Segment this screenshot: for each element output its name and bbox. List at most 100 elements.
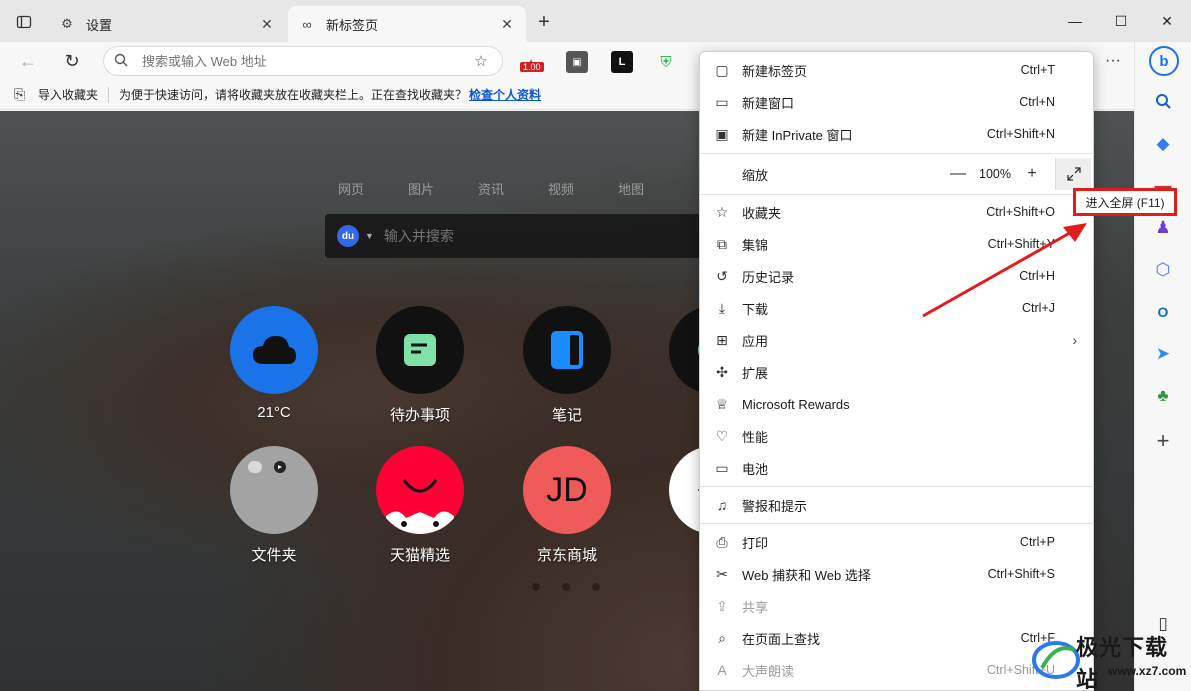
extension-shield-icon[interactable]: ⛨ xyxy=(655,51,677,73)
search-tab[interactable]: 资讯 xyxy=(478,179,504,198)
menu-label: 打印 xyxy=(742,535,769,551)
download-icon: ⤓ xyxy=(718,299,726,316)
search-category-tabs: 网页 图片 资讯 视频 地图 xyxy=(338,179,644,198)
menu-label: 新建 InPrivate 窗口 xyxy=(742,127,853,143)
watermark-text: 极光下载站 xyxy=(1076,636,1169,691)
tile-label: 待办事项 xyxy=(389,407,450,424)
battery-icon: ▭ xyxy=(715,459,729,476)
tile-todo[interactable]: 待办事项 xyxy=(370,306,470,425)
tile-label: 京东商城 xyxy=(536,547,597,564)
close-window-button[interactable]: ✕ xyxy=(1144,8,1190,34)
menu-item-new-tab[interactable]: ▢ 新建标签页 Ctrl+T xyxy=(700,54,1093,86)
games-icon[interactable]: ♟ xyxy=(1149,214,1177,242)
refresh-button[interactable]: ↻ xyxy=(58,47,86,75)
tree-icon[interactable]: ♣ xyxy=(1149,382,1177,410)
add-icon[interactable]: + xyxy=(1149,427,1177,455)
shopping-tag-icon[interactable]: ◆ xyxy=(1149,130,1177,158)
close-icon[interactable]: ✕ xyxy=(258,16,276,33)
favorites-icon: ☆ xyxy=(715,203,729,220)
search-tab[interactable]: 网页 xyxy=(338,179,364,198)
tile-label: 天猫精选 xyxy=(389,547,450,564)
tmall-icon xyxy=(376,446,464,534)
check-profile-link[interactable]: 检查个人资料 xyxy=(469,86,541,103)
tile-folder[interactable]: 文件夹 xyxy=(224,446,324,565)
maximize-button[interactable]: ☐ xyxy=(1098,8,1144,34)
menu-shortcut: Ctrl+Shift+O xyxy=(986,205,1055,219)
baidu-search-box[interactable]: du ▼ xyxy=(325,214,725,258)
history-icon: ↺ xyxy=(716,267,728,284)
tab-actions-icon[interactable] xyxy=(10,8,38,36)
fullscreen-button[interactable] xyxy=(1055,158,1091,190)
title-bar: ⚙ 设置 ✕ ∞ 新标签页 ✕ + — ☐ ✕ xyxy=(0,0,1191,42)
menu-item-new-window[interactable]: ▭ 新建窗口 Ctrl+N xyxy=(700,86,1093,118)
import-favorites-button[interactable]: 导入收藏夹 xyxy=(38,86,98,103)
menu-label: 新建标签页 xyxy=(742,63,808,79)
collections-icon: ⧉ xyxy=(717,235,727,252)
menu-item-battery[interactable]: ▭ 电池 xyxy=(700,452,1093,484)
extension-l-icon[interactable]: L xyxy=(611,51,633,73)
read-aloud-icon: A xyxy=(717,662,727,678)
menu-label: 新建窗口 xyxy=(742,95,795,111)
chevron-right-icon: › xyxy=(1072,332,1077,348)
menu-item-share: ⇪ 共享 xyxy=(700,590,1093,622)
zoom-out-button[interactable]: — xyxy=(943,165,973,183)
menu-item-alerts[interactable]: ♫ 警报和提示 xyxy=(700,489,1093,521)
page-dot[interactable] xyxy=(562,583,570,591)
puzzle-icon: ✣ xyxy=(716,363,728,380)
import-favorites-icon[interactable]: ⎘ xyxy=(14,86,34,103)
search-tab[interactable]: 视频 xyxy=(548,179,574,198)
edge-sidebar: b ◆ ▬ ♟ ⬡ O ➤ ♣ + ▯ xyxy=(1134,42,1191,691)
search-input[interactable] xyxy=(383,228,713,244)
outlook-icon[interactable]: O xyxy=(1149,298,1177,326)
tile-tmall[interactable]: 天猫精选 xyxy=(370,446,470,565)
address-input[interactable] xyxy=(142,53,470,69)
bing-chat-icon[interactable]: b xyxy=(1149,46,1179,76)
send-icon[interactable]: ➤ xyxy=(1149,340,1177,368)
menu-shortcut: Ctrl+Shift+S xyxy=(987,567,1055,581)
search-icon[interactable] xyxy=(1149,87,1177,115)
add-favorite-icon[interactable]: ☆ xyxy=(470,52,492,70)
tile-weather[interactable]: 21°C xyxy=(224,306,324,421)
divider xyxy=(700,194,1093,195)
menu-item-apps[interactable]: ⊞ 应用 › xyxy=(700,324,1093,356)
menu-label: 大声朗读 xyxy=(742,663,795,679)
jd-logo-icon: JD xyxy=(523,446,611,534)
tile-notes[interactable]: 笔记 xyxy=(517,306,617,425)
close-icon[interactable]: ✕ xyxy=(498,16,516,33)
infinity-icon: ∞ xyxy=(302,16,312,32)
new-tab-button[interactable]: + xyxy=(530,8,558,36)
address-bar[interactable]: ☆ xyxy=(103,46,503,76)
tab-settings[interactable]: ⚙ 设置 ✕ xyxy=(48,6,286,42)
menu-item-extensions[interactable]: ✣ 扩展 xyxy=(700,356,1093,388)
search-tab[interactable]: 图片 xyxy=(408,179,434,198)
apps-icon: ⊞ xyxy=(716,331,728,348)
menu-item-print[interactable]: ⎙ 打印 Ctrl+P xyxy=(700,526,1093,558)
zoom-in-button[interactable]: + xyxy=(1017,165,1047,183)
extension-cube-icon[interactable]: ▣ xyxy=(566,51,588,73)
divider xyxy=(700,523,1093,524)
menu-label: 在页面上查找 xyxy=(742,631,821,647)
menu-shortcut: Ctrl+N xyxy=(1019,95,1055,109)
tab-new-tab[interactable]: ∞ 新标签页 ✕ xyxy=(288,6,526,42)
minimize-button[interactable]: — xyxy=(1052,8,1098,34)
back-button[interactable]: ← xyxy=(14,47,42,75)
fullscreen-tooltip: 进入全屏 (F11) xyxy=(1073,188,1177,216)
search-tab[interactable]: 地图 xyxy=(618,179,644,198)
page-dot[interactable] xyxy=(592,583,600,591)
chevron-down-icon[interactable]: ▼ xyxy=(365,231,374,241)
divider xyxy=(700,486,1093,487)
menu-item-web-capture[interactable]: ✂ Web 捕获和 Web 选择 Ctrl+Shift+S xyxy=(700,558,1093,590)
find-icon: ⌕ xyxy=(718,629,726,646)
extension-badge: 1.00 xyxy=(520,62,544,72)
watermark-url: www.xz7.com xyxy=(1108,664,1187,678)
tile-jd[interactable]: JD 京东商城 xyxy=(517,446,617,565)
menu-item-inprivate[interactable]: ▣ 新建 InPrivate 窗口 Ctrl+Shift+N xyxy=(700,118,1093,150)
settings-and-more-button[interactable]: ··· xyxy=(1097,47,1129,75)
microsoft-365-icon[interactable]: ⬡ xyxy=(1149,256,1177,284)
baidu-logo-icon[interactable]: du xyxy=(337,225,359,247)
menu-label: 警报和提示 xyxy=(742,498,808,514)
menu-item-rewards[interactable]: ♕ Microsoft Rewards xyxy=(700,388,1093,420)
web-capture-icon: ✂ xyxy=(716,565,728,582)
page-dot[interactable] xyxy=(532,583,540,591)
menu-item-performance[interactable]: ♡ 性能 xyxy=(700,420,1093,452)
